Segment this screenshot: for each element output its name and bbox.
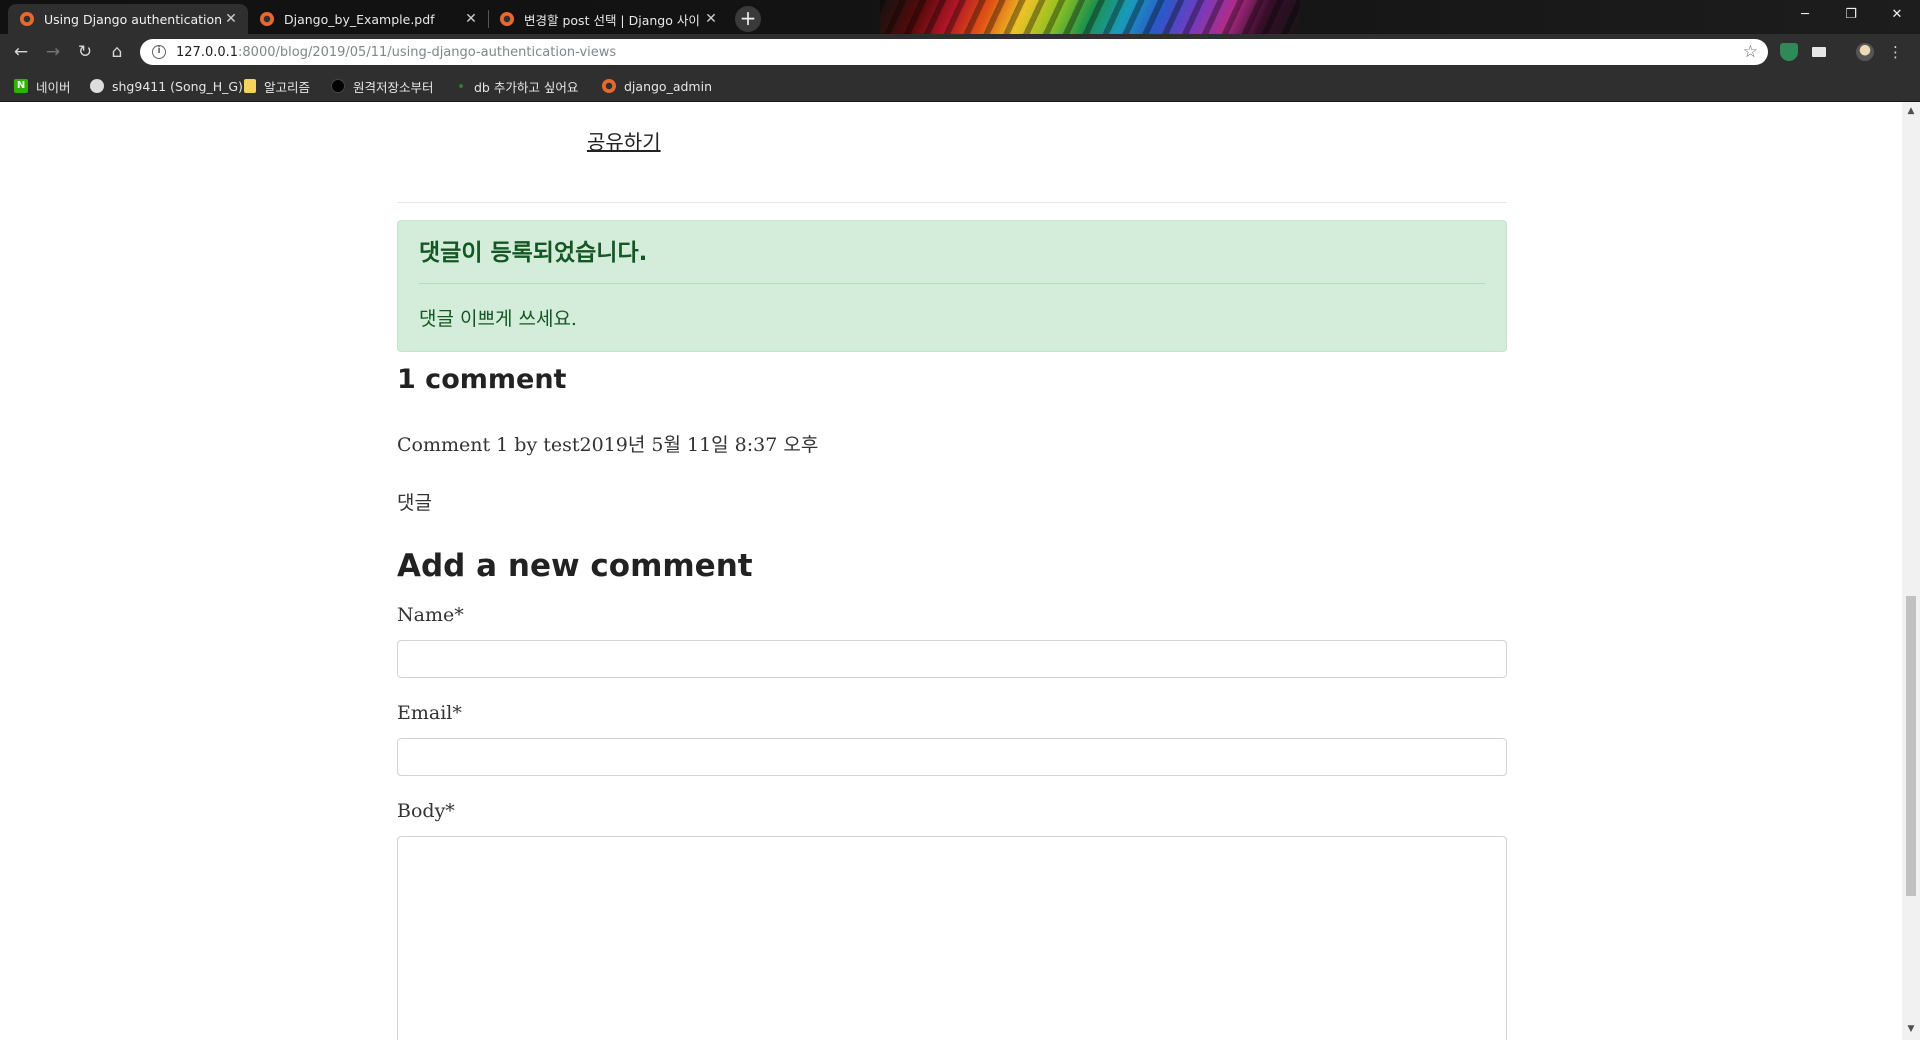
comment-body: 댓글 (397, 492, 432, 514)
bookmark-folder-algorithm[interactable]: 알고리즘 (244, 77, 310, 95)
page-viewport: 공유하기 댓글이 등록되었습니다. 댓글 이쁘게 쓰세요. 1 comment … (0, 102, 1902, 1040)
new-tab-button[interactable]: + (735, 6, 761, 32)
tab-title: Using Django authentication vie (44, 11, 224, 27)
add-comment-heading: Add a new comment (397, 548, 753, 584)
cast-extension-icon[interactable] (1812, 47, 1826, 57)
profile-avatar-icon[interactable] (1856, 43, 1874, 61)
page-scrollbar[interactable]: ▲ ▼ (1902, 102, 1920, 1040)
tab-title: 변경할 post 선택 | Django 사이 (524, 12, 700, 28)
tab-django-by-example-pdf[interactable]: Django_by_Example.pdf ✕ (248, 4, 488, 34)
body-textarea[interactable] (397, 836, 1507, 1040)
bookmark-db[interactable]: db 추가하고 싶어요 (456, 77, 578, 95)
scroll-down-icon[interactable]: ▼ (1906, 1024, 1916, 1036)
alert-heading: 댓글이 등록되었습니다. (419, 240, 648, 266)
django-favicon-icon (500, 12, 514, 26)
divider (397, 202, 1507, 203)
folder-icon (244, 79, 256, 93)
close-window-button[interactable]: ✕ (1874, 4, 1920, 26)
django-favicon-icon (20, 12, 34, 26)
shield-extension-icon[interactable] (1780, 43, 1798, 61)
scrollbar-thumb[interactable] (1906, 596, 1916, 896)
bookmark-django-admin[interactable]: django_admin (602, 77, 712, 95)
email-label: Email* (397, 702, 462, 724)
share-link[interactable]: 공유하기 (587, 126, 661, 155)
url-path: :8000/blog/2019/05/11/using-django-authe… (238, 44, 617, 60)
bookmark-label: 알고리즘 (264, 79, 311, 95)
bookmarks-bar: N 네이버 shg9411 (Song_H_G) 알고리즘 원격저장소부터 db… (0, 70, 1920, 102)
restore-button[interactable]: ❐ (1828, 4, 1874, 26)
alert-message: 댓글 이쁘게 쓰세요. (419, 308, 577, 330)
tab-title: Django_by_Example.pdf (284, 11, 435, 27)
url-host: 127.0.0.1 (176, 44, 239, 60)
browser-toolbar: ← → ↻ ⌂ i 127.0.0.1:8000/blog/2019/05/11… (0, 34, 1920, 70)
bookmark-label: django_admin (624, 78, 712, 94)
body-label: Body* (397, 800, 455, 822)
django-favicon-icon (260, 12, 274, 26)
home-icon[interactable]: ⌂ (106, 42, 128, 62)
bookmark-label: 네이버 (36, 79, 71, 95)
email-field[interactable] (397, 738, 1507, 776)
address-bar[interactable]: i 127.0.0.1:8000/blog/2019/05/11/using-d… (140, 39, 1768, 65)
back-icon[interactable]: ← (10, 42, 32, 62)
reload-icon[interactable]: ↻ (74, 42, 96, 62)
name-field[interactable] (397, 640, 1507, 678)
bookmark-star-icon[interactable]: ☆ (1743, 42, 1758, 62)
tab-using-django-auth[interactable]: Using Django authentication vie ✕ (8, 4, 248, 34)
naver-icon: N (14, 79, 28, 93)
tab-close-icon[interactable]: ✕ (464, 11, 478, 27)
menu-kebab-icon[interactable]: ⋮ (1888, 42, 1903, 62)
tab-close-icon[interactable]: ✕ (704, 11, 718, 27)
github-dark-icon (331, 79, 345, 93)
comment-info: Comment 1 by test2019년 5월 11일 8:37 오후 (397, 434, 819, 456)
tab-close-icon[interactable]: ✕ (224, 11, 238, 27)
leaf-icon (456, 79, 466, 93)
tab-django-admin-post[interactable]: 변경할 post 선택 | Django 사이 ✕ (488, 4, 728, 34)
minimize-button[interactable]: ─ (1782, 4, 1828, 26)
scroll-up-icon[interactable]: ▲ (1906, 106, 1916, 118)
github-icon (90, 79, 104, 93)
success-alert: 댓글이 등록되었습니다. 댓글 이쁘게 쓰세요. (397, 220, 1507, 352)
bookmark-label: shg9411 (Song_H_G) (112, 78, 243, 94)
bookmark-label: db 추가하고 싶어요 (474, 79, 579, 95)
theme-artwork (880, 0, 1300, 34)
bookmark-naver[interactable]: N 네이버 (14, 77, 71, 95)
alert-divider (419, 283, 1485, 284)
forward-icon[interactable]: → (42, 42, 64, 62)
site-info-icon[interactable]: i (152, 45, 166, 59)
bookmark-remote-repo[interactable]: 원격저장소부터 (331, 77, 434, 95)
bookmark-label: 원격저장소부터 (353, 79, 434, 95)
django-favicon-icon (602, 79, 616, 93)
bookmark-github[interactable]: shg9411 (Song_H_G) (90, 77, 243, 95)
name-label: Name* (397, 604, 464, 626)
tab-bar: Using Django authentication vie ✕ Django… (0, 0, 1920, 34)
comments-heading: 1 comment (397, 364, 567, 395)
